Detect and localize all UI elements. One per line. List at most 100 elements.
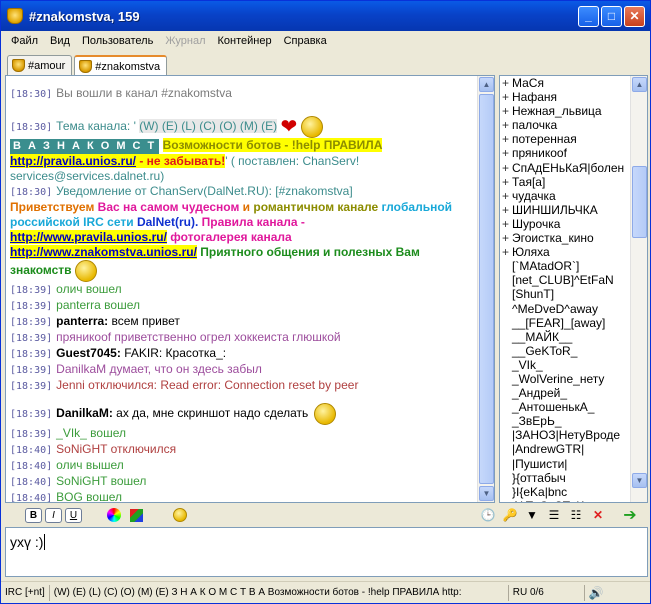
user-item[interactable]: __GeKToR_: [502, 344, 630, 358]
sound-icon[interactable]: 🔊: [589, 586, 604, 600]
menu-user[interactable]: Пользователь: [76, 35, 159, 47]
chat-log[interactable]: [18:30] Вы вошли в канал #znakomstva [18:…: [5, 75, 495, 503]
user-nick: МаСя: [512, 76, 544, 90]
message-text: panterra вошел: [56, 298, 141, 312]
smiley-picker-icon[interactable]: [172, 507, 188, 523]
user-item[interactable]: }I{eKa|bnc: [502, 485, 630, 499]
italic-button[interactable]: I: [45, 507, 62, 523]
voice-plus-icon: +: [502, 146, 510, 161]
chat-scrollbar[interactable]: ▲ ▼: [477, 76, 494, 502]
message-input[interactable]: ухү :): [5, 527, 648, 577]
user-list-scrollbar[interactable]: ▲ ▼: [630, 76, 647, 502]
user-item[interactable]: [`MAtadOR`]: [502, 259, 630, 273]
user-nick: [`MAtadOR`]: [512, 259, 580, 274]
timestamp: [18:30]: [10, 122, 53, 134]
user-item[interactable]: _АнтошенькА_: [502, 400, 630, 414]
tab-amour[interactable]: #amour: [7, 55, 73, 75]
filter-icon[interactable]: ▼: [524, 507, 540, 523]
user-nick: _АнтошенькА_: [512, 400, 595, 415]
menu-view[interactable]: Вид: [44, 35, 76, 47]
message-text: олич вышел: [56, 458, 124, 472]
user-item[interactable]: __[FEAR]_[away]: [502, 316, 630, 330]
user-item[interactable]: + пряникооf: [502, 146, 630, 160]
scroll-thumb[interactable]: [632, 166, 647, 238]
scroll-up-icon[interactable]: ▲: [632, 77, 647, 92]
user-item[interactable]: _ЗвЕрЬ_: [502, 414, 630, 428]
clear-icon[interactable]: ☷: [568, 507, 584, 523]
underline-button[interactable]: U: [65, 507, 82, 523]
clock-icon[interactable]: 🕒: [480, 507, 496, 523]
scroll-thumb[interactable]: [479, 94, 494, 484]
voice-plus-icon: +: [502, 231, 510, 246]
user-nick: Тая[а]: [512, 174, 546, 189]
user-item[interactable]: }{оттабыч: [502, 471, 630, 485]
chat-line: [18:39] Jenni отключился: Read error: Con…: [10, 378, 472, 394]
user-item[interactable]: |Пушисти|: [502, 457, 630, 471]
minimize-button[interactable]: _: [578, 5, 599, 27]
user-item[interactable]: [net_CLUB]^EtFaN: [502, 273, 630, 287]
user-nick: Нафаня: [512, 90, 558, 105]
pravila-link-2[interactable]: http://www.pravila.unios.ru/: [10, 230, 167, 244]
send-arrow-icon[interactable]: ➔: [622, 507, 638, 524]
user-nick: Шурочка: [512, 216, 561, 231]
nick[interactable]: panterra:: [56, 314, 108, 328]
scroll-down-icon[interactable]: ▼: [632, 473, 647, 488]
voice-plus-icon: +: [502, 245, 510, 260]
format-toolbar: B I U 🕒 🔑 ▼ ☰ ☷ ✕ ➔: [5, 505, 648, 525]
user-item[interactable]: + МаСя: [502, 76, 630, 90]
chat-line: [18:40] SoNiGHT вошел: [10, 474, 472, 490]
nick[interactable]: DanilkaM:: [56, 406, 113, 420]
user-item[interactable]: |AndrewGTR|: [502, 442, 630, 456]
user-item[interactable]: _Андрей_: [502, 386, 630, 400]
user-item[interactable]: + чудачка: [502, 189, 630, 203]
user-item[interactable]: ^MeDveD^away: [502, 302, 630, 316]
user-item[interactable]: __МАЙК__: [502, 330, 630, 344]
menu-help[interactable]: Справка: [278, 35, 333, 47]
user-item[interactable]: + Юляха: [502, 245, 630, 259]
znakomstva-link[interactable]: http://www.znakomstva.unios.ru/: [10, 245, 197, 259]
scroll-down-icon[interactable]: ▼: [479, 486, 494, 501]
bold-button[interactable]: B: [25, 507, 42, 523]
message-input-value: ухү :): [10, 534, 44, 550]
color-wheel-icon[interactable]: [106, 507, 122, 523]
menu-file[interactable]: Файл: [5, 35, 44, 47]
topic-bots: Возможности ботов - !help ПРАВИЛА: [162, 138, 383, 152]
window-title: #znakomstva, 159: [29, 8, 140, 24]
user-item[interactable]: + Нежная_львица: [502, 104, 630, 118]
user-item[interactable]: + Тая[а]: [502, 175, 630, 189]
list-icon[interactable]: ☰: [546, 507, 562, 523]
user-item[interactable]: + потеренная: [502, 132, 630, 146]
palette-icon[interactable]: [128, 507, 144, 523]
user-nick: __GeKToR_: [512, 343, 578, 358]
user-item[interactable]: ALTuCuSTuK: [502, 499, 630, 502]
delete-icon[interactable]: ✕: [590, 507, 606, 523]
user-list[interactable]: + МаСя + Нафаня + Нежная_львица + палочка + потер…: [499, 75, 648, 503]
maximize-button[interactable]: □: [601, 5, 622, 27]
user-item[interactable]: + Эгоистка_кино: [502, 231, 630, 245]
user-item[interactable]: _WolVerine_нету: [502, 372, 630, 386]
user-item[interactable]: |ЗАНОЗ|НетуВроде: [502, 428, 630, 442]
voice-plus-icon: +: [502, 160, 510, 175]
user-item[interactable]: + Шурочка: [502, 217, 630, 231]
notice-word: Правила канала -: [201, 215, 305, 229]
notice-word: Приветствуем: [10, 200, 95, 214]
user-item[interactable]: [ShunT]: [502, 287, 630, 301]
user-nick: [net_CLUB]^EtFaN: [512, 273, 614, 288]
user-item[interactable]: + СпАдЕНьКаЯ|болен: [502, 161, 630, 175]
menu-container[interactable]: Контейнер: [211, 35, 277, 47]
close-button[interactable]: ✕: [624, 5, 645, 27]
user-item[interactable]: + ШИНШИЛЬЧКА: [502, 203, 630, 217]
user-item[interactable]: _VIk_: [502, 358, 630, 372]
scroll-up-icon[interactable]: ▲: [479, 77, 494, 92]
key-icon[interactable]: 🔑: [502, 507, 518, 523]
nick[interactable]: Guest7045:: [56, 346, 121, 360]
chat-line: [18:39] олич вошел: [10, 282, 472, 298]
user-item[interactable]: + Нафаня: [502, 90, 630, 104]
pravila-link[interactable]: http://pravila.unios.ru/: [10, 154, 137, 168]
title-bar[interactable]: #znakomstva, 159 _ □ ✕: [1, 1, 650, 31]
user-nick: [ShunT]: [512, 287, 555, 302]
notice-word: DalNet(ru).: [136, 215, 199, 229]
chanserv-notice: [18:30] Уведомление от ChanServ(DalNet.RU…: [10, 184, 462, 282]
tab-znakomstva[interactable]: #znakomstva: [74, 55, 168, 76]
user-item[interactable]: + палочка: [502, 118, 630, 132]
